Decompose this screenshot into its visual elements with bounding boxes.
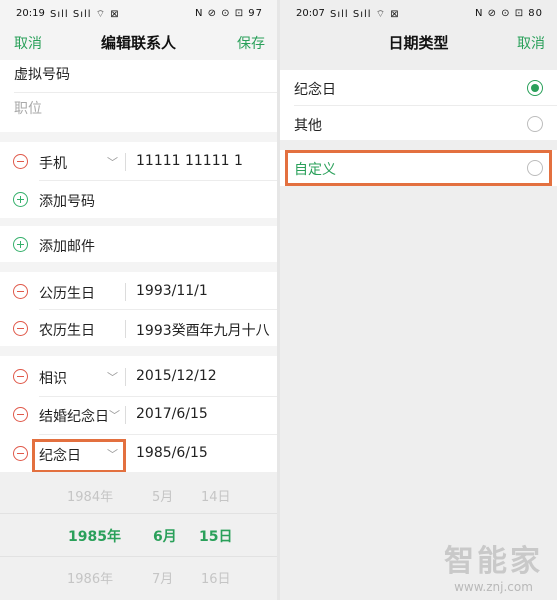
birthday-section: 公历生日 1993/11/1 农历生日 1993癸酉年九月十八: [0, 272, 277, 346]
picker-day-next[interactable]: 16日: [201, 568, 231, 587]
anniversary-value[interactable]: 1985/6/15: [136, 445, 208, 461]
picker-year-prev[interactable]: 1984年: [67, 486, 113, 505]
add-number-icon[interactable]: [13, 192, 28, 207]
remove-phone-icon[interactable]: [13, 154, 28, 169]
header: 日期类型 取消: [280, 26, 557, 60]
status-time: 20:19: [16, 8, 45, 19]
lunar-birthday-value[interactable]: 1993癸酉年九月十八: [136, 320, 270, 340]
date-picker[interactable]: 1984年 5月 14日 1985年 6月 15日 1986年 7月 16日: [0, 472, 277, 600]
radio-icon[interactable]: [527, 116, 543, 132]
edit-contact-screen: 20:19 Sıll Sıll ⌔ ⊠ N ⊘ ⊙ ⊡ 97 编辑联系人 取消 …: [0, 0, 277, 600]
wedding-label[interactable]: 结婚纪念日: [39, 406, 109, 426]
save-button[interactable]: 保存: [237, 33, 265, 53]
picker-year-selected[interactable]: 1985年: [68, 526, 121, 546]
status-time: 20:07: [296, 8, 325, 19]
status-bar: 20:07 Sıll Sıll ⌔ ⊠ N ⊘ ⊙ ⊡ 80: [280, 0, 557, 26]
option-label: 纪念日: [294, 82, 336, 98]
acquaintance-value[interactable]: 2015/12/12: [136, 368, 217, 384]
anniversary-type-highlight: [32, 439, 126, 473]
chevron-down-icon[interactable]: ﹀: [107, 369, 118, 385]
chevron-down-icon[interactable]: ﹀: [107, 154, 118, 170]
cancel-button[interactable]: 取消: [14, 33, 42, 53]
picker-month-selected[interactable]: 6月: [153, 526, 177, 546]
picker-month-next[interactable]: 7月: [152, 568, 173, 587]
status-bar: 20:19 Sıll Sıll ⌔ ⊠ N ⊘ ⊙ ⊡ 97: [0, 0, 277, 26]
watermark-logo: 智能家: [444, 544, 543, 579]
date-type-screen: 20:07 Sıll Sıll ⌔ ⊠ N ⊘ ⊙ ⊡ 80 日期类型 取消 纪…: [280, 0, 557, 600]
phone-type-label[interactable]: 手机: [39, 153, 67, 173]
add-email-button[interactable]: 添加邮件: [39, 236, 95, 256]
remove-acquaintance-icon[interactable]: [13, 369, 28, 384]
header: 编辑联系人 取消 保存: [0, 26, 277, 60]
email-section: 添加邮件: [0, 226, 277, 262]
solar-birthday-label: 公历生日: [39, 286, 95, 302]
chevron-down-icon[interactable]: ﹀: [109, 407, 120, 423]
status-icons: N ⊘ ⊙ ⊡ 80: [474, 8, 543, 19]
signal-icon: Sıll Sıll ⌔ ⊠: [330, 9, 400, 20]
remove-wedding-icon[interactable]: [13, 407, 28, 422]
options-list: 纪念日 其他: [280, 70, 557, 140]
page-title: 日期类型: [388, 34, 449, 52]
info-section: 虚拟号码 职位: [0, 60, 277, 132]
option-label: 其他: [294, 118, 322, 134]
virtual-number-field[interactable]: 虚拟号码: [14, 64, 70, 84]
phone-value[interactable]: 11111 11111 1: [136, 153, 243, 169]
picker-day-prev[interactable]: 14日: [201, 486, 231, 505]
remove-lunar-birthday-icon[interactable]: [13, 321, 28, 336]
lunar-birthday-label: 农历生日: [39, 323, 95, 339]
picker-month-prev[interactable]: 5月: [152, 486, 173, 505]
picker-year-next[interactable]: 1986年: [67, 568, 113, 587]
picker-day-selected[interactable]: 15日: [199, 526, 232, 546]
remove-anniversary-icon[interactable]: [13, 446, 28, 461]
add-number-button[interactable]: 添加号码: [39, 191, 95, 211]
custom-option-highlight: [285, 150, 552, 186]
status-icons: N ⊘ ⊙ ⊡ 97: [194, 8, 263, 19]
remove-solar-birthday-icon[interactable]: [13, 284, 28, 299]
radio-selected-icon[interactable]: [527, 80, 543, 96]
acquaintance-label[interactable]: 相识: [39, 368, 67, 388]
wedding-value[interactable]: 2017/6/15: [136, 406, 208, 422]
add-email-icon[interactable]: [13, 237, 28, 252]
cancel-button[interactable]: 取消: [517, 33, 545, 53]
watermark-url: www.znj.com: [454, 580, 533, 594]
phone-section: 手机 ﹀ 11111 11111 1 添加号码: [0, 142, 277, 218]
position-field[interactable]: 职位: [14, 98, 42, 118]
watermark: 智能家 www.znj.com: [444, 536, 543, 594]
solar-birthday-value[interactable]: 1993/11/1: [136, 283, 208, 299]
signal-icon: Sıll Sıll ⌔ ⊠: [50, 9, 120, 20]
